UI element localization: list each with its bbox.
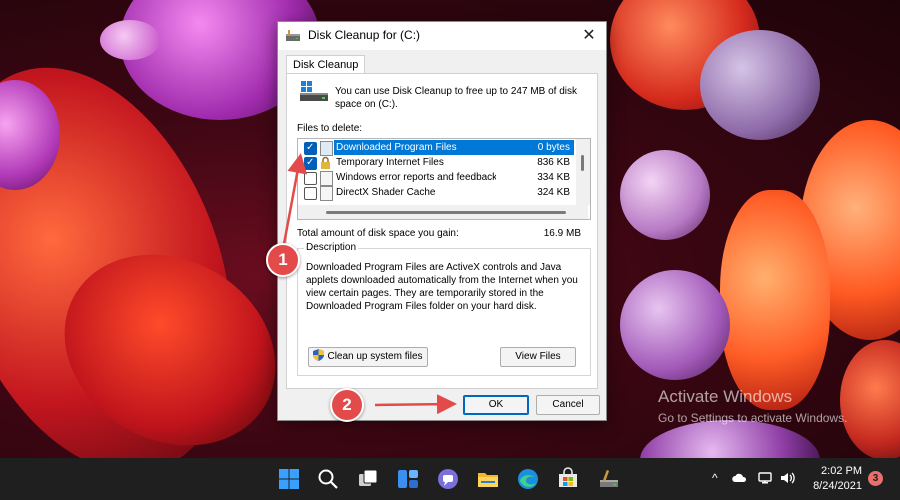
description-label: Description [304, 242, 359, 253]
step-2-badge: 2 [330, 388, 364, 422]
file-name: Temporary Internet Files [336, 157, 444, 168]
drive-icon [300, 81, 328, 101]
files-to-delete-list[interactable]: Downloaded Program Files 0 bytes Tempora… [297, 138, 591, 220]
list-item[interactable]: Downloaded Program Files 0 bytes [298, 140, 574, 156]
file-checkbox[interactable] [304, 187, 317, 200]
file-size: 334 KB [537, 172, 570, 183]
disk-cleanup-app-icon [286, 30, 300, 41]
file-checkbox[interactable] [304, 140, 317, 155]
taskbar: ^ 2:02 PM 8/24/2021 3 [0, 458, 900, 500]
disk-space-gain-label: Total amount of disk space you gain: [297, 228, 459, 239]
file-checkbox[interactable] [304, 172, 317, 185]
windows-start-icon[interactable] [277, 467, 301, 491]
volume-icon[interactable] [779, 470, 795, 486]
disk-cleanup-panel: You can use Disk Cleanup to free up to 2… [286, 73, 598, 389]
intro-text: You can use Disk Cleanup to free up to 2… [335, 86, 577, 110]
file-size: 324 KB [537, 187, 570, 198]
vertical-scrollbar[interactable] [576, 139, 590, 205]
list-item[interactable]: Temporary Internet Files 836 KB [298, 155, 574, 170]
disk-cleanup-icon[interactable] [597, 467, 621, 491]
clock-time: 2:02 PM [821, 465, 862, 477]
view-files-button[interactable]: View Files [500, 347, 576, 367]
network-icon[interactable] [757, 470, 773, 486]
horizontal-scrollbar[interactable] [298, 205, 588, 219]
file-icon [320, 186, 333, 201]
close-button[interactable]: ✕ [572, 22, 606, 50]
task-view-icon[interactable] [356, 467, 380, 491]
disk-cleanup-dialog: Disk Cleanup for (C:) ✕ Disk Cleanup You… [277, 21, 607, 421]
file-name: DirectX Shader Cache [336, 187, 436, 198]
scroll-thumb[interactable] [326, 211, 566, 214]
list-item[interactable]: DirectX Shader Cache 324 KB [298, 185, 574, 201]
watermark-title: Activate Windows [658, 387, 793, 406]
clock-date: 8/24/2021 [813, 480, 862, 492]
clean-up-system-files-label: Clean up system files [327, 351, 423, 362]
list-item[interactable]: Windows error reports and feedback di...… [298, 170, 574, 186]
file-size: 836 KB [537, 157, 570, 168]
clock[interactable]: 2:02 PM 8/24/2021 [806, 464, 862, 494]
file-explorer-icon[interactable] [476, 467, 500, 491]
onedrive-cloud-icon[interactable] [732, 470, 748, 486]
edge-icon[interactable] [516, 467, 540, 491]
files-to-delete-label: Files to delete: [297, 123, 363, 134]
activate-windows-watermark: Activate Windows Go to Settings to activ… [658, 387, 847, 426]
disk-space-gain-value: 16.9 MB [543, 228, 581, 239]
teams-chat-icon[interactable] [436, 467, 460, 491]
tab-disk-cleanup[interactable]: Disk Cleanup [286, 55, 366, 74]
description-group: Description Downloaded Program Files are… [297, 242, 591, 376]
file-size: 0 bytes [520, 140, 574, 155]
watermark-subtitle: Go to Settings to activate Windows. [658, 411, 848, 425]
cancel-button[interactable]: Cancel [536, 395, 600, 415]
notification-badge[interactable]: 3 [868, 471, 883, 486]
file-icon [320, 171, 333, 186]
dialog-title: Disk Cleanup for (C:) [308, 28, 421, 42]
store-icon[interactable] [556, 467, 580, 491]
widgets-icon[interactable] [396, 467, 420, 491]
file-checkbox[interactable] [304, 155, 317, 170]
search-icon[interactable] [316, 467, 340, 491]
step-1-badge: 1 [266, 243, 300, 277]
description-text: Downloaded Program Files are ActiveX con… [306, 262, 578, 312]
file-name: Windows error reports and feedback di... [336, 172, 496, 183]
clean-up-system-files-button[interactable]: Clean up system files [308, 347, 428, 367]
show-hidden-icons-button[interactable]: ^ [712, 471, 718, 485]
folder-icon [320, 141, 333, 156]
uac-shield-icon [313, 349, 325, 361]
dialog-titlebar[interactable]: Disk Cleanup for (C:) ✕ [278, 22, 606, 50]
scroll-thumb[interactable] [581, 155, 584, 171]
ok-button[interactable]: OK [463, 395, 529, 415]
lock-icon [321, 156, 330, 169]
